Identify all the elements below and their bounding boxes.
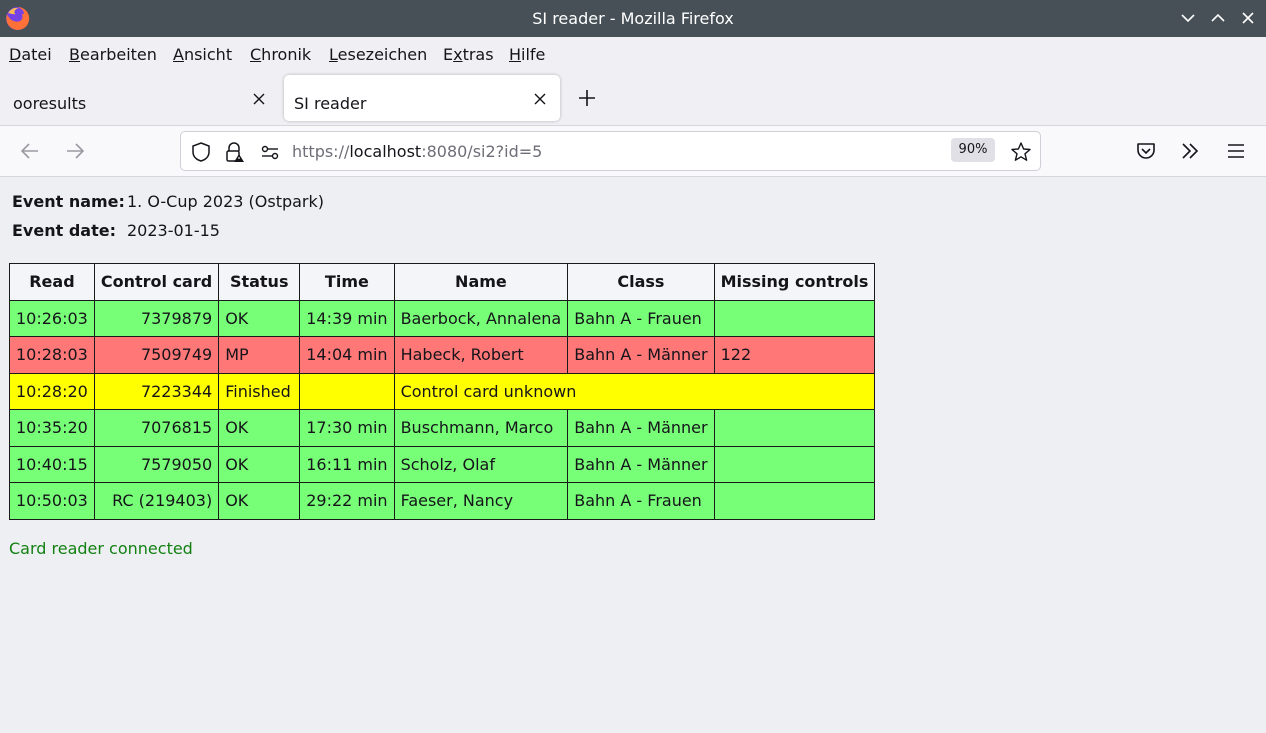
results-table: Read Control card Status Time Name Class… [9, 263, 876, 520]
cell-name: Buschmann, Marco [393, 409, 569, 447]
shield-icon[interactable] [190, 141, 212, 163]
cell-missing-controls [713, 299, 876, 337]
window-title: SI reader - Mozilla Firefox [532, 9, 734, 28]
column-header-read: Read [9, 263, 95, 301]
cell-class: Bahn A - Frauen [567, 482, 715, 520]
close-tab-icon[interactable] [252, 92, 266, 106]
tab-si-reader[interactable]: SI reader [284, 75, 560, 121]
maximize-icon[interactable] [1208, 8, 1228, 28]
tab-label: SI reader [294, 94, 367, 113]
overflow-icon[interactable] [1178, 139, 1202, 163]
cell-status: OK [218, 482, 301, 520]
tab-bar: ooresults SI reader [0, 71, 1266, 126]
cell-read: 10:50:03 [9, 482, 95, 520]
close-window-icon[interactable] [1238, 8, 1258, 28]
cell-message: Control card unknown [393, 372, 876, 410]
lock-warning-icon[interactable] [223, 141, 245, 163]
column-header-class: Class [567, 263, 715, 301]
reader-status-text: Card reader connected [9, 539, 193, 558]
cell-time: 17:30 min [299, 409, 395, 447]
menu-lesezeichen[interactable]: Lesezeichen [329, 45, 427, 64]
cell-read: 10:35:20 [9, 409, 95, 447]
column-header-name: Name [393, 263, 569, 301]
cell-class: Bahn A - Männer [567, 445, 715, 483]
cell-name: Baerbock, Annalena [393, 299, 569, 337]
bookmark-star-icon[interactable] [1010, 141, 1032, 163]
column-header-time: Time [299, 263, 395, 301]
url-bar[interactable]: https://localhost:8080/si2?id=5 [180, 131, 1041, 171]
cell-class: Bahn A - Frauen [567, 299, 715, 337]
cell-class: Bahn A - Männer [567, 409, 715, 447]
cell-read: 10:40:15 [9, 445, 95, 483]
cell-control-card: RC (219403) [93, 482, 220, 520]
cell-name: Habeck, Robert [393, 336, 569, 374]
table-row: 10:28:20 7223344 Finished Control card u… [9, 372, 876, 410]
permissions-icon[interactable] [259, 141, 281, 163]
column-header-status: Status [218, 263, 301, 301]
menu-extras[interactable]: Extras [443, 45, 494, 64]
table-row: 10:35:20 7076815 OK 17:30 min Buschmann,… [9, 409, 876, 447]
cell-status: Finished [218, 372, 301, 410]
cell-time: 16:11 min [299, 445, 395, 483]
minimize-icon[interactable] [1178, 8, 1198, 28]
cell-time: 14:39 min [299, 299, 395, 337]
menu-bar: Datei Bearbeiten Ansicht Chronik Lesezei… [0, 37, 1266, 71]
cell-status: OK [218, 445, 301, 483]
pocket-icon[interactable] [1134, 139, 1158, 163]
tab-label: ooresults [13, 94, 87, 113]
cell-control-card: 7379879 [93, 299, 220, 337]
cell-status: OK [218, 299, 301, 337]
event-date-label: Event date: [12, 221, 116, 240]
cell-control-card: 7509749 [93, 336, 220, 374]
cell-missing-controls [713, 445, 876, 483]
page-content: Event name: 1. O-Cup 2023 (Ostpark) Even… [0, 177, 1266, 733]
cell-name: Faeser, Nancy [393, 482, 569, 520]
forward-icon[interactable] [63, 139, 87, 163]
cell-class: Bahn A - Männer [567, 336, 715, 374]
menu-chronik[interactable]: Chronik [250, 45, 311, 64]
tab-ooresults[interactable]: ooresults [3, 75, 275, 121]
cell-missing-controls [713, 409, 876, 447]
event-date-value: 2023-01-15 [127, 221, 220, 240]
zoom-indicator[interactable]: 90% [951, 138, 995, 162]
cell-control-card: 7223344 [93, 372, 220, 410]
cell-read: 10:28:03 [9, 336, 95, 374]
url-text[interactable]: https://localhost:8080/si2?id=5 [292, 142, 542, 161]
table-row: 10:40:15 7579050 OK 16:11 min Scholz, Ol… [9, 445, 876, 483]
cell-read: 10:26:03 [9, 299, 95, 337]
table-header-row: Read Control card Status Time Name Class… [9, 263, 876, 301]
cell-status: MP [218, 336, 301, 374]
close-tab-icon[interactable] [533, 92, 547, 106]
cell-missing-controls: 122 [713, 336, 876, 374]
cell-status: OK [218, 409, 301, 447]
event-name-label: Event name: [12, 192, 125, 211]
cell-missing-controls [713, 482, 876, 520]
menu-ansicht[interactable]: Ansicht [173, 45, 232, 64]
table-row: 10:26:03 7379879 OK 14:39 min Baerbock, … [9, 299, 876, 337]
new-tab-icon[interactable] [577, 88, 597, 108]
navigation-toolbar: https://localhost:8080/si2?id=5 [0, 126, 1266, 177]
cell-time [299, 372, 395, 410]
cell-time: 29:22 min [299, 482, 395, 520]
app-menu-icon[interactable] [1224, 139, 1248, 163]
column-header-missing-controls: Missing controls [713, 263, 876, 301]
column-header-control-card: Control card [93, 263, 220, 301]
window-titlebar: SI reader - Mozilla Firefox [0, 0, 1266, 37]
menu-datei[interactable]: Datei [9, 45, 52, 64]
cell-control-card: 7076815 [93, 409, 220, 447]
cell-read: 10:28:20 [9, 372, 95, 410]
menu-hilfe[interactable]: Hilfe [509, 45, 545, 64]
table-row: 10:50:03 RC (219403) OK 29:22 min Faeser… [9, 482, 876, 520]
table-row: 10:28:03 7509749 MP 14:04 min Habeck, Ro… [9, 336, 876, 374]
event-name-value: 1. O-Cup 2023 (Ostpark) [127, 192, 325, 211]
cell-name: Scholz, Olaf [393, 445, 569, 483]
menu-bearbeiten[interactable]: Bearbeiten [69, 45, 157, 64]
cell-control-card: 7579050 [93, 445, 220, 483]
back-icon[interactable] [18, 139, 42, 163]
cell-time: 14:04 min [299, 336, 395, 374]
